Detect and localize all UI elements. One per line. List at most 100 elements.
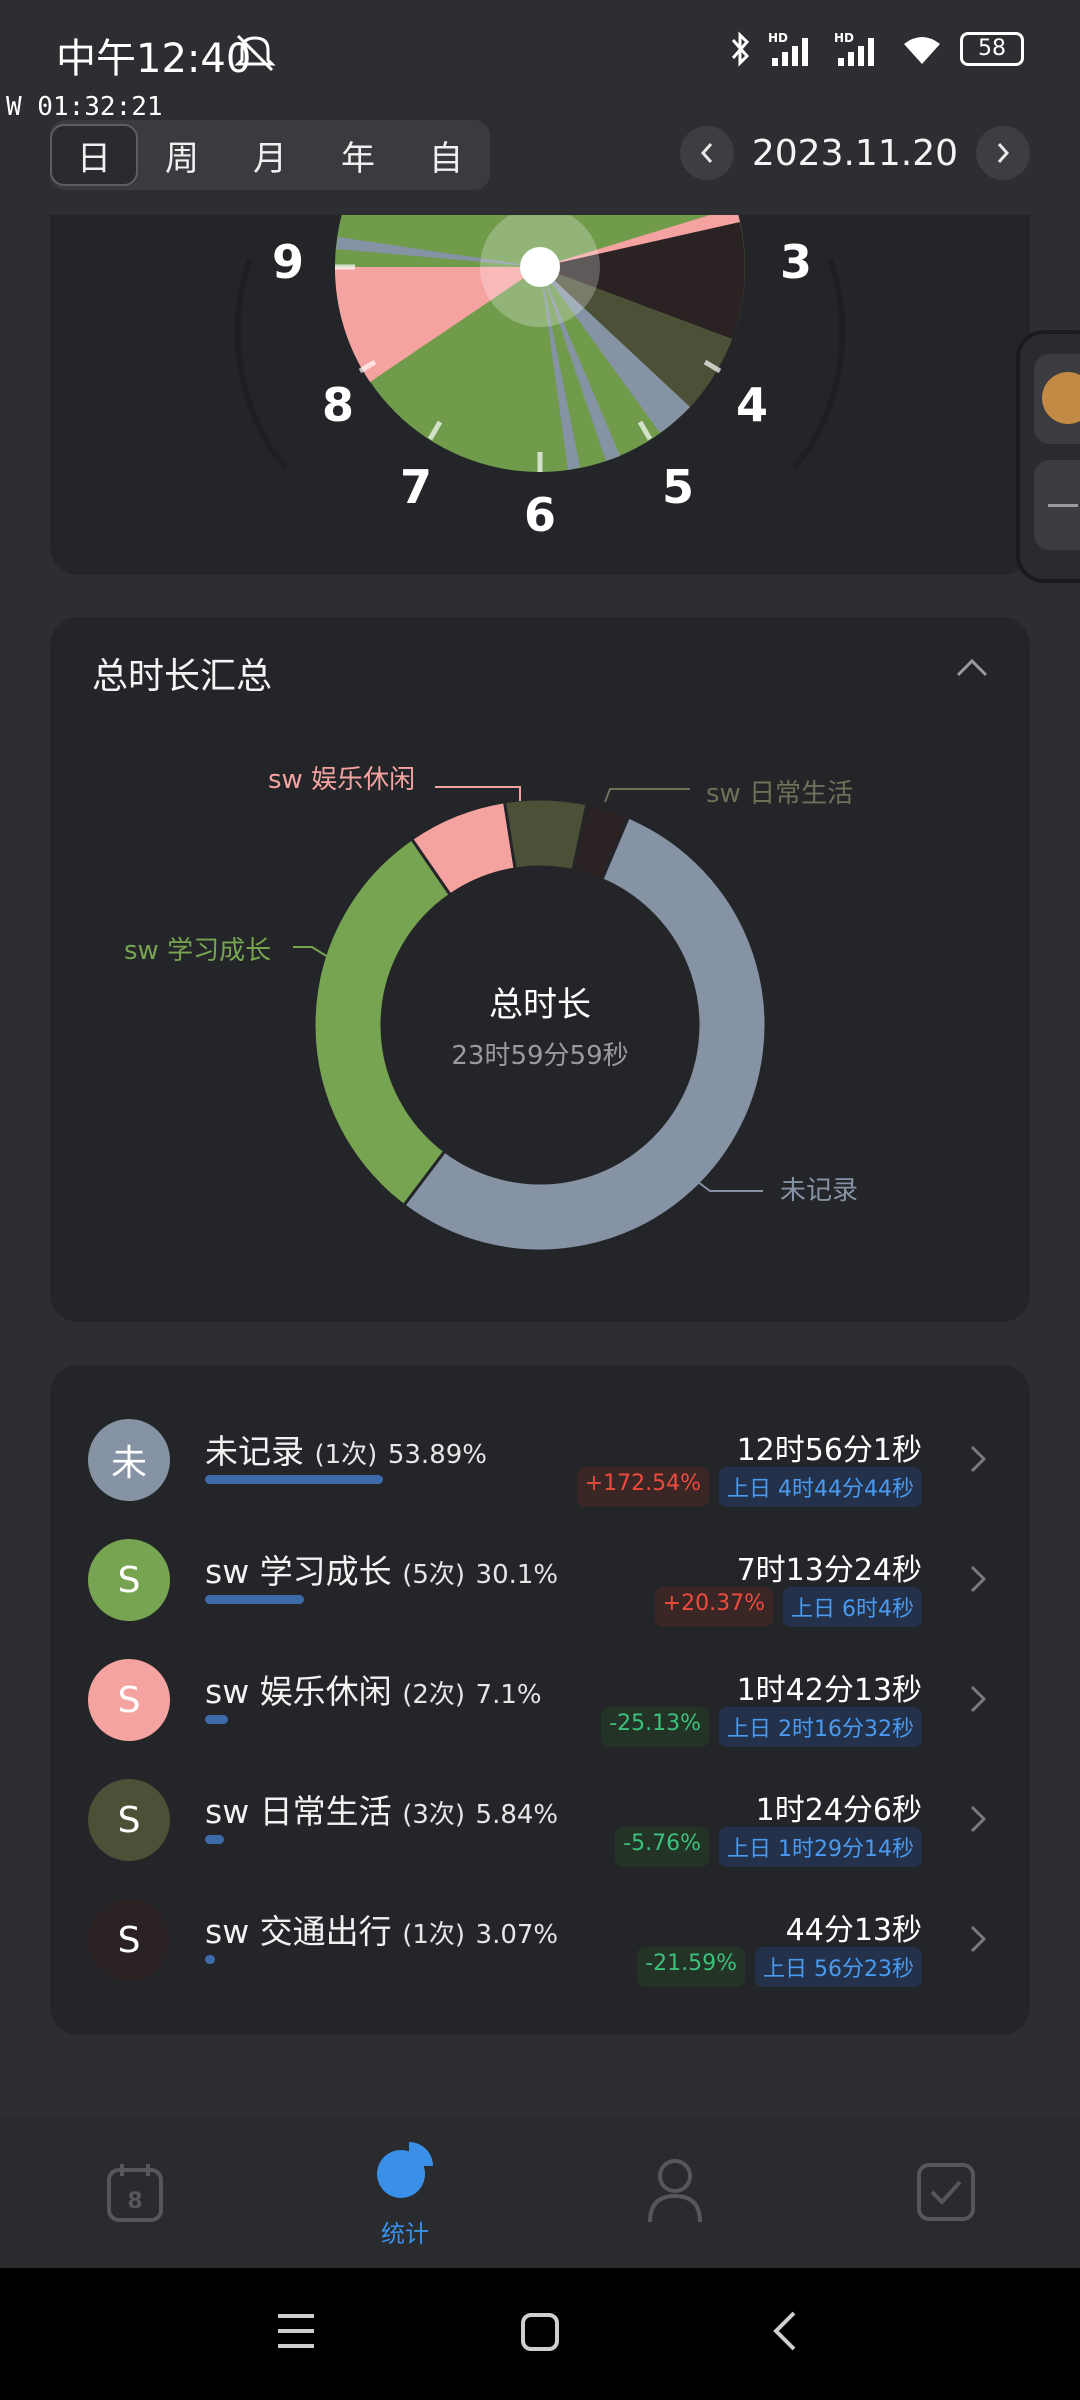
- svg-text:HD: HD: [768, 31, 788, 45]
- pie-chart-icon: [377, 2142, 433, 2198]
- status-bar: 中午12:40 HD HD 58: [0, 0, 1080, 100]
- next-date-button[interactable]: [976, 126, 1030, 180]
- label-daily: sw 日常生活: [706, 779, 854, 809]
- category-duration: 7时13分24秒: [736, 1553, 922, 1588]
- category-name-line: sw 日常生活 (3次) 5.84%: [205, 1785, 558, 1833]
- clock-card: 9 3 8 4 7 5 6: [50, 215, 1030, 575]
- date-navigator: 2023.11.20: [679, 126, 1030, 180]
- category-percent: 53.89%: [387, 1440, 487, 1470]
- clock-label-6: 6: [524, 488, 557, 542]
- clock-label-3: 3: [780, 235, 813, 289]
- category-progress-bar: [205, 1715, 228, 1724]
- category-name: 未记录: [205, 1432, 304, 1471]
- floating-widget[interactable]: [1016, 330, 1080, 583]
- nav-profile[interactable]: [540, 2118, 810, 2268]
- category-badges: -25.13% 上日 2时16分32秒: [601, 1707, 922, 1747]
- category-percent: 30.1%: [475, 1560, 559, 1590]
- period-tabs: 日 周 月 年 自: [50, 120, 490, 190]
- summary-card: 总时长汇总 sw 娱乐休闲 sw 日常生活 sw 学习成长 未记录 总时长 23…: [50, 617, 1030, 1322]
- change-badge: -21.59%: [637, 1947, 746, 1987]
- list-item[interactable]: Ssw 娱乐休闲 (2次) 7.1% 1时42分13秒 -25.13% 上日 2时16…: [50, 1645, 1030, 1765]
- chevron-right-icon: [970, 1925, 987, 1953]
- nav-stats[interactable]: 统计: [270, 2118, 540, 2268]
- category-duration: 12时56分1秒: [736, 1433, 922, 1468]
- category-badges: +20.37% 上日 6时4秒: [654, 1587, 922, 1627]
- chevron-right-icon: [970, 1805, 987, 1833]
- category-avatar: S: [88, 1899, 170, 1981]
- category-count: (1次): [314, 1440, 378, 1470]
- chevron-right-icon: [970, 1445, 987, 1473]
- category-count: (3次): [402, 1800, 466, 1830]
- chevron-right-icon: [997, 143, 1010, 163]
- list-item[interactable]: 未未记录 (1次) 53.89% 12时56分1秒 +172.54% 上日 4时44分…: [50, 1405, 1030, 1525]
- wifi-icon: [904, 37, 940, 64]
- tab-month[interactable]: 月: [226, 124, 314, 186]
- nav-stats-label: 统计: [381, 2220, 429, 2248]
- battery-icon: 58: [960, 32, 1024, 66]
- category-avatar: S: [88, 1659, 170, 1741]
- category-progress-bar: [205, 1595, 304, 1604]
- category-progress-bar: [205, 1955, 215, 1964]
- bluetooth-icon: [731, 31, 750, 67]
- list-item[interactable]: Ssw 学习成长 (5次) 30.1% 7时13分24秒 +20.37% 上日 6时4…: [50, 1525, 1030, 1645]
- category-name-line: sw 交通出行 (1次) 3.07%: [205, 1905, 558, 1953]
- previous-day-badge: 上日 56分23秒: [755, 1947, 922, 1987]
- category-duration: 44分13秒: [785, 1913, 922, 1948]
- category-avatar: S: [88, 1539, 170, 1621]
- category-percent: 5.84%: [475, 1800, 559, 1830]
- total-duration-value: 23时59分59秒: [451, 1041, 629, 1071]
- current-date[interactable]: 2023.11.20: [752, 133, 958, 174]
- category-avatar: 未: [88, 1419, 170, 1501]
- category-name: sw 娱乐休闲: [205, 1672, 392, 1711]
- previous-day-badge: 上日 6时4秒: [783, 1587, 922, 1627]
- label-unrecorded: 未记录: [780, 1176, 859, 1206]
- previous-day-badge: 上日 4时44分44秒: [719, 1467, 922, 1507]
- tab-custom[interactable]: 自: [402, 124, 490, 186]
- widget-slot: [1034, 354, 1080, 444]
- mute-icon: [234, 34, 276, 72]
- widget-line: [1048, 504, 1078, 507]
- tab-day[interactable]: 日: [50, 124, 138, 186]
- back-icon[interactable]: [770, 2310, 800, 2352]
- donut-slice: [502, 797, 589, 873]
- category-percent: 7.1%: [475, 1680, 542, 1710]
- category-percent: 3.07%: [475, 1920, 559, 1950]
- category-list: 未未记录 (1次) 53.89% 12时56分1秒 +172.54% 上日 4时44分…: [50, 1365, 1030, 2035]
- category-name-line: sw 学习成长 (5次) 30.1%: [205, 1545, 558, 1593]
- nav-calendar[interactable]: 8: [0, 2118, 270, 2268]
- category-badges: -5.76% 上日 1时29分14秒: [615, 1827, 922, 1867]
- category-badges: +172.54% 上日 4时44分44秒: [576, 1467, 922, 1507]
- signal-hd-icon: HD: [834, 31, 874, 66]
- menu-icon[interactable]: [276, 2312, 316, 2350]
- category-progress-bar: [205, 1475, 383, 1484]
- list-item[interactable]: Ssw 日常生活 (3次) 5.84% 1时24分6秒 -5.76% 上日 1时29分…: [50, 1765, 1030, 1885]
- widget-slot: [1034, 460, 1080, 550]
- home-icon[interactable]: [520, 2312, 560, 2352]
- prev-date-button[interactable]: [679, 126, 734, 180]
- category-badges: -21.59% 上日 56分23秒: [637, 1947, 922, 1987]
- category-name: sw 交通出行: [205, 1912, 392, 1951]
- person-icon: [648, 2159, 702, 2223]
- list-item[interactable]: Ssw 交通出行 (1次) 3.07% 44分13秒 -21.59% 上日 56分23…: [50, 1885, 1030, 2005]
- tab-week[interactable]: 周: [138, 124, 226, 186]
- donut-chart: [293, 786, 768, 1253]
- change-badge: -25.13%: [601, 1707, 710, 1747]
- status-icons: HD HD 58: [728, 30, 1024, 68]
- label-study: sw 学习成长: [124, 936, 272, 966]
- signal-hd-icon: HD: [768, 31, 808, 66]
- category-progress-bar: [205, 1835, 224, 1844]
- change-badge: -5.76%: [615, 1827, 710, 1867]
- status-time: 中午12:40: [56, 36, 252, 82]
- clock-label-4: 4: [736, 378, 769, 432]
- category-name-line: 未记录 (1次) 53.89%: [205, 1425, 487, 1473]
- clock-label-7: 7: [400, 460, 433, 514]
- nav-tasks[interactable]: [810, 2118, 1080, 2268]
- tab-year[interactable]: 年: [314, 124, 402, 186]
- svg-text:HD: HD: [834, 31, 854, 45]
- bottom-nav: 8 统计: [0, 2118, 1080, 2268]
- category-duration: 1时24分6秒: [755, 1793, 922, 1828]
- debug-timer: W 01:32:21: [6, 92, 163, 122]
- clock-label-9: 9: [272, 235, 305, 289]
- svg-text:8: 8: [127, 2189, 142, 2214]
- category-avatar: S: [88, 1779, 170, 1861]
